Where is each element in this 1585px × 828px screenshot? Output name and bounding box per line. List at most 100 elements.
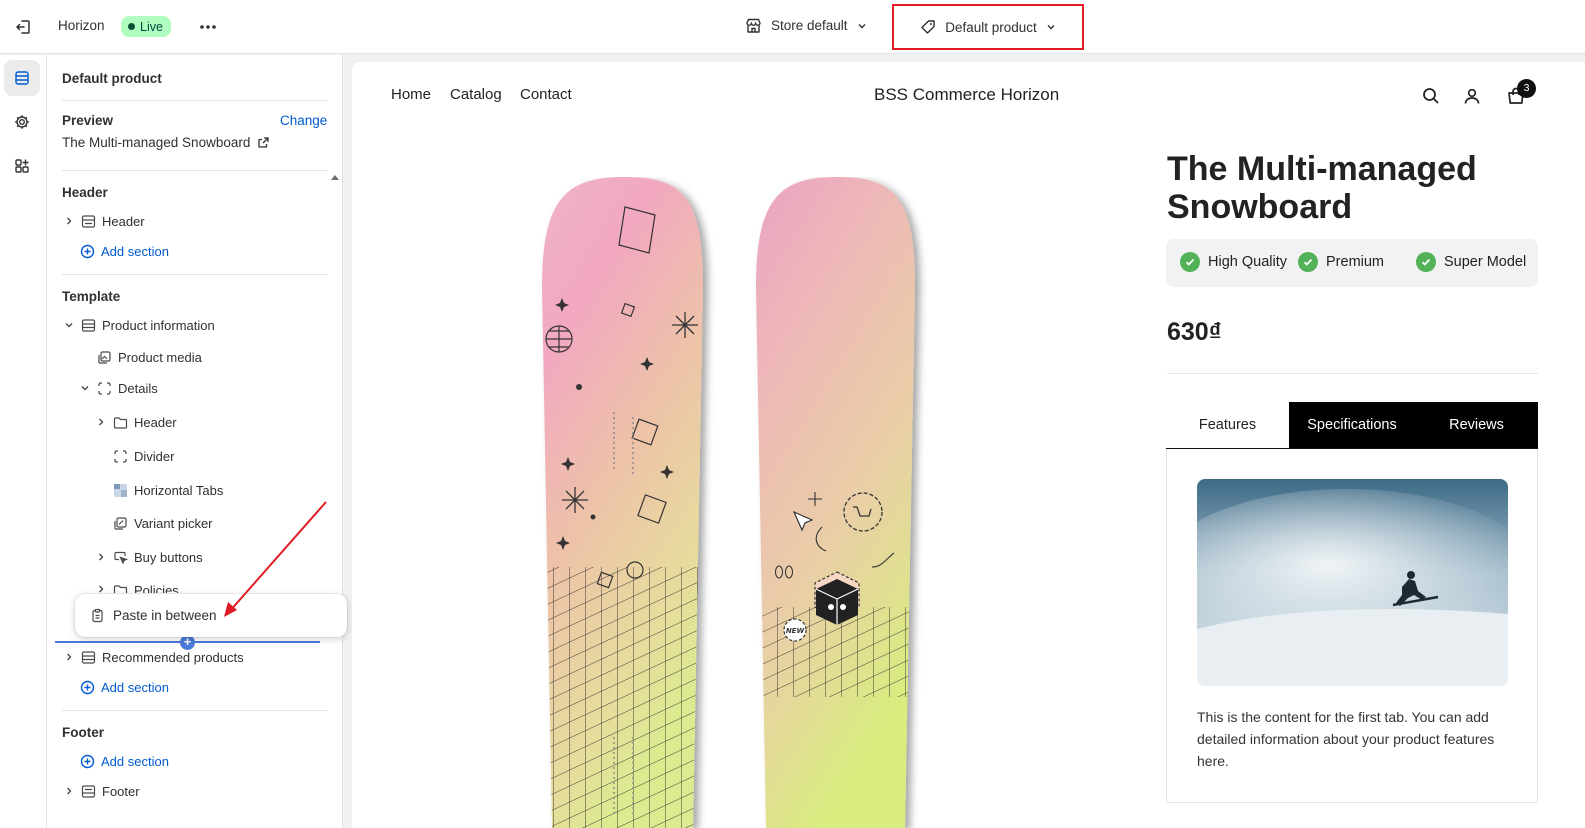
- sidebar-title: Default product: [62, 71, 162, 86]
- badge-label: Super Model: [1444, 254, 1527, 270]
- tab-reviews[interactable]: Reviews: [1415, 402, 1538, 448]
- divider: [62, 170, 328, 171]
- tree-item-divider[interactable]: Divider: [94, 445, 174, 467]
- group-icon: [96, 380, 112, 396]
- status-badge-label: Live: [140, 19, 163, 34]
- live-dot-icon: [128, 23, 135, 30]
- clipboard-icon: [92, 608, 103, 623]
- cursor-button-icon: [112, 549, 128, 565]
- user-icon: [1464, 88, 1480, 104]
- product-image-snowboards[interactable]: NEW: [537, 177, 937, 828]
- add-section-footer[interactable]: Add section: [80, 750, 169, 772]
- tree-item-recommended-products[interactable]: Recommended products: [62, 646, 244, 668]
- nav-link-contact[interactable]: Contact: [520, 86, 572, 103]
- paste-in-between-label: Paste in between: [113, 608, 217, 623]
- quality-badges: High Quality Premium Super Model: [1166, 239, 1538, 287]
- check-icon: [1416, 252, 1436, 272]
- chevron-down-icon[interactable]: [62, 318, 76, 332]
- rail-sections-button[interactable]: [4, 60, 40, 96]
- chevron-down-icon[interactable]: [78, 381, 92, 395]
- new-sticker-text: NEW: [786, 627, 805, 635]
- exit-icon: [16, 20, 30, 34]
- add-section-header[interactable]: Add section: [80, 240, 169, 262]
- change-preview-link[interactable]: Change: [280, 113, 327, 128]
- tree-item-product-information[interactable]: Product information: [62, 314, 215, 336]
- search-button[interactable]: [1419, 84, 1443, 108]
- tree-item-label: Horizontal Tabs: [134, 482, 224, 498]
- badge-super-model: Super Model: [1416, 252, 1526, 272]
- tree-item-footer[interactable]: Footer: [62, 780, 140, 802]
- badge-high-quality: High Quality: [1180, 252, 1287, 272]
- tree-item-policies[interactable]: Policies: [94, 579, 179, 593]
- group-icon: [112, 448, 128, 464]
- tree-item-product-media[interactable]: Product media: [78, 346, 202, 368]
- nav-link-home[interactable]: Home: [391, 86, 431, 103]
- top-bar: Horizon Live Store default Default produ…: [0, 0, 1585, 54]
- section-icon: [80, 213, 96, 229]
- template-selector-label: Default product: [945, 19, 1037, 35]
- section-icon: [80, 649, 96, 665]
- rail-apps-button[interactable]: [4, 148, 40, 184]
- check-icon: [1180, 252, 1200, 272]
- chevron-right-icon[interactable]: [94, 582, 108, 593]
- check-icon: [1298, 252, 1318, 272]
- storefront-preview: Home Catalog Contact BSS Commerce Horizo…: [352, 62, 1585, 828]
- store-selector-label: Store default: [771, 18, 848, 33]
- editor-sidebar: Default product Preview Change The Multi…: [47, 55, 343, 828]
- sections-icon: [15, 71, 29, 85]
- rail-settings-button[interactable]: [4, 104, 40, 140]
- preview-label: Preview: [62, 113, 114, 128]
- tree-item-variant-picker[interactable]: Variant picker: [94, 512, 213, 534]
- tree-item-horizontal-tabs[interactable]: Horizontal Tabs: [94, 479, 223, 501]
- template-selector[interactable]: Default product: [892, 4, 1084, 50]
- scroll-up-icon[interactable]: [331, 175, 339, 180]
- tree-item-label: Policies: [134, 583, 179, 593]
- snowboarder-image: [1197, 479, 1508, 686]
- tab-specifications[interactable]: Specifications: [1289, 402, 1415, 448]
- ellipsis-icon: [200, 25, 216, 29]
- tree-item-buy-buttons[interactable]: Buy buttons: [94, 546, 203, 568]
- chevron-right-icon[interactable]: [94, 550, 108, 564]
- tree-item-details[interactable]: Details: [78, 377, 158, 399]
- store-title[interactable]: BSS Commerce Horizon: [874, 85, 1059, 105]
- chevron-right-icon[interactable]: [62, 784, 76, 798]
- nav-link-catalog[interactable]: Catalog: [450, 86, 502, 103]
- tag-icon: [921, 20, 935, 34]
- chevron-right-icon[interactable]: [62, 214, 76, 228]
- chevron-right-icon[interactable]: [94, 415, 108, 429]
- tree-item-label: Product information: [102, 317, 215, 333]
- tree-item-details-header[interactable]: Header: [94, 411, 177, 433]
- cart-count-badge: 3: [1517, 79, 1536, 98]
- app-block-icon: [112, 482, 128, 498]
- chevron-right-icon[interactable]: [62, 650, 76, 664]
- insert-plus-icon[interactable]: +: [180, 635, 195, 650]
- folder-icon: [112, 582, 128, 593]
- divider: [1167, 373, 1538, 374]
- icon-rail: [0, 55, 47, 828]
- exit-button[interactable]: [10, 14, 36, 40]
- more-actions-button[interactable]: [196, 15, 220, 39]
- folder-icon: [112, 414, 128, 430]
- add-section-template[interactable]: Add section: [80, 676, 169, 698]
- tab-features[interactable]: Features: [1166, 402, 1289, 448]
- product-title: The Multi-managed Snowboard: [1167, 150, 1477, 226]
- badge-label: High Quality: [1208, 254, 1287, 270]
- divider: [62, 710, 328, 711]
- tree-item-label: Product media: [118, 349, 202, 365]
- preview-product[interactable]: The Multi-managed Snowboard: [62, 135, 270, 150]
- add-section-label: Add section: [101, 243, 169, 259]
- template-group-label: Template: [62, 289, 121, 304]
- store-icon: [746, 18, 761, 33]
- account-button[interactable]: [1460, 84, 1484, 108]
- tree-item-header[interactable]: Header: [62, 210, 145, 232]
- plus-circle-icon: [80, 244, 95, 258]
- product-tabs: Features Specifications Reviews: [1166, 402, 1538, 449]
- theme-name: Horizon: [58, 18, 105, 33]
- paste-in-between-menu[interactable]: Paste in between: [75, 594, 347, 637]
- variant-icon: [112, 515, 128, 531]
- plus-circle-icon: [80, 754, 95, 768]
- store-selector[interactable]: Store default: [745, 17, 867, 34]
- media-icon: [96, 349, 112, 365]
- apps-icon: [15, 159, 29, 173]
- gear-icon: [15, 115, 29, 129]
